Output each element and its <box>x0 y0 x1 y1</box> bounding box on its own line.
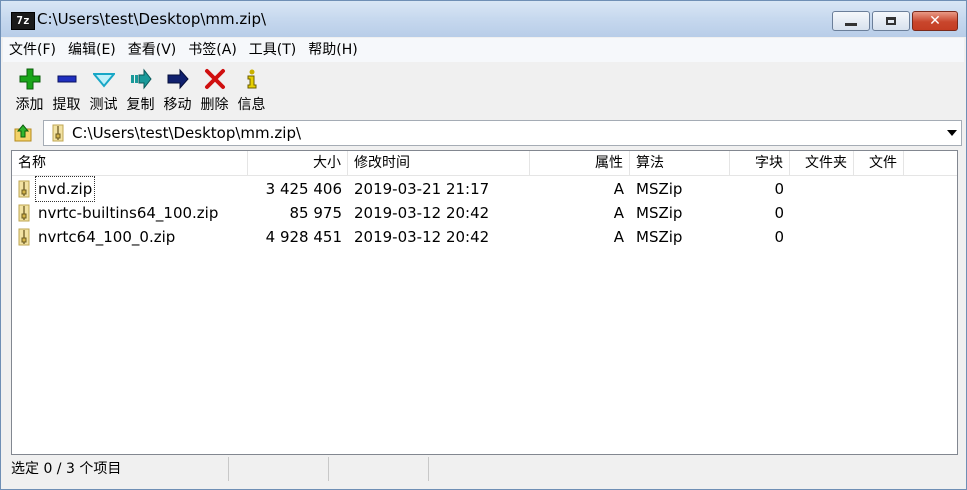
column-name[interactable]: 名称 <box>12 151 248 175</box>
menu-tools[interactable]: 工具(T) <box>243 39 302 61</box>
copy-button[interactable]: 复制 <box>122 67 159 114</box>
maximize-button[interactable] <box>872 11 910 31</box>
zip-file-icon <box>18 204 30 222</box>
info-button[interactable]: 信息 <box>233 67 270 114</box>
close-button[interactable]: ✕ <box>912 11 958 31</box>
file-folders <box>790 225 854 249</box>
caption-buttons: ✕ <box>830 11 958 33</box>
delete-icon <box>203 67 227 91</box>
menu-view[interactable]: 查看(V) <box>122 39 183 61</box>
file-modified: 2019-03-21 21:17 <box>354 180 490 198</box>
minimize-icon <box>845 22 857 26</box>
file-size: 85 975 <box>289 204 343 222</box>
file-name: nvrtc-builtins64_100.zip <box>38 204 219 222</box>
file-files <box>854 177 904 201</box>
copy-label: 复制 <box>126 97 155 113</box>
menu-help[interactable]: 帮助(H) <box>302 39 363 61</box>
menu-edit[interactable]: 编辑(E) <box>62 39 122 61</box>
column-folders[interactable]: 文件夹 <box>790 151 854 175</box>
toolbar: 添加 提取 测试 复制 移动 删除 信息 <box>3 63 964 118</box>
file-name: nvd.zip <box>34 176 96 202</box>
move-button[interactable]: 移动 <box>159 67 196 114</box>
file-size: 4 928 451 <box>265 228 342 246</box>
test-button[interactable]: 测试 <box>85 67 122 114</box>
file-block: 0 <box>774 228 784 246</box>
title-bar[interactable]: 7z C:\Users\test\Desktop\mm.zip\ ✕ <box>1 1 966 37</box>
dropdown-arrow-icon[interactable] <box>947 130 957 136</box>
menu-file[interactable]: 文件(F) <box>3 39 62 61</box>
close-icon: ✕ <box>929 13 941 29</box>
status-selection: 选定 0 / 3 个项目 <box>3 457 229 481</box>
file-modified: 2019-03-12 20:42 <box>354 228 490 246</box>
file-row[interactable]: nvrtc64_100_0.zip 4 928 451 2019-03-12 2… <box>12 225 957 249</box>
add-label: 添加 <box>15 97 44 113</box>
column-size[interactable]: 大小 <box>248 151 348 175</box>
column-files[interactable]: 文件 <box>854 151 904 175</box>
file-row[interactable]: nvd.zip 3 425 406 2019-03-21 21:17 A MSZ… <box>12 176 957 202</box>
file-folders <box>790 201 854 225</box>
file-row[interactable]: nvrtc-builtins64_100.zip 85 975 2019-03-… <box>12 201 957 225</box>
file-folders <box>790 177 854 201</box>
add-button[interactable]: 添加 <box>11 67 48 114</box>
zip-file-icon <box>18 180 30 198</box>
status-pane-size <box>229 457 329 481</box>
address-path: C:\Users\test\Desktop\mm.zip\ <box>72 124 302 142</box>
file-method: MSZip <box>636 180 683 198</box>
move-label: 移动 <box>163 97 192 113</box>
menu-bookmarks[interactable]: 书签(A) <box>182 39 243 61</box>
info-label: 信息 <box>237 97 266 113</box>
file-files <box>854 201 904 225</box>
file-attributes: A <box>613 204 624 222</box>
app-window: 7z C:\Users\test\Desktop\mm.zip\ ✕ 文件(F)… <box>0 0 967 490</box>
file-name-cell: nvrtc64_100_0.zip <box>12 225 248 249</box>
file-attributes: A <box>613 180 624 198</box>
delete-label: 删除 <box>200 97 229 113</box>
file-name: nvrtc64_100_0.zip <box>38 228 176 246</box>
address-bar: C:\Users\test\Desktop\mm.zip\ <box>3 119 964 147</box>
test-label: 测试 <box>89 97 118 113</box>
file-size: 3 425 406 <box>265 180 342 198</box>
up-folder-button[interactable] <box>11 121 35 145</box>
file-method: MSZip <box>636 204 683 222</box>
maximize-icon <box>886 17 896 25</box>
file-files <box>854 225 904 249</box>
copy-icon <box>129 67 153 91</box>
file-list-header: 名称 大小 修改时间 属性 算法 字块 文件夹 文件 <box>12 151 957 176</box>
file-block: 0 <box>774 180 784 198</box>
status-pane-extra <box>429 457 964 481</box>
test-icon <box>92 67 116 91</box>
file-name-cell: nvd.zip <box>12 176 248 202</box>
zip-archive-icon <box>50 124 66 146</box>
extract-button[interactable]: 提取 <box>48 67 85 114</box>
column-attributes[interactable]: 属性 <box>530 151 630 175</box>
status-bar: 选定 0 / 3 个项目 <box>3 457 964 483</box>
file-attributes: A <box>613 228 624 246</box>
file-name-cell: nvrtc-builtins64_100.zip <box>12 201 248 225</box>
column-block[interactable]: 字块 <box>730 151 790 175</box>
move-icon <box>166 67 190 91</box>
status-pane-packed <box>329 457 429 481</box>
zip-file-icon <box>18 228 30 246</box>
extract-label: 提取 <box>52 97 81 113</box>
column-method[interactable]: 算法 <box>630 151 730 175</box>
info-icon <box>240 67 264 91</box>
menu-bar: 文件(F) 编辑(E) 查看(V) 书签(A) 工具(T) 帮助(H) <box>3 38 964 62</box>
column-modified[interactable]: 修改时间 <box>348 151 530 175</box>
window-title: C:\Users\test\Desktop\mm.zip\ <box>37 10 267 28</box>
file-method: MSZip <box>636 228 683 246</box>
up-folder-icon <box>14 124 32 142</box>
minimize-button[interactable] <box>832 11 870 31</box>
delete-button[interactable]: 删除 <box>196 67 233 114</box>
file-block: 0 <box>774 204 784 222</box>
file-list[interactable]: 名称 大小 修改时间 属性 算法 字块 文件夹 文件 nvd.zip 3 425… <box>11 150 958 455</box>
app-logo-icon[interactable]: 7z <box>11 12 35 30</box>
extract-icon <box>55 67 79 91</box>
add-icon <box>18 67 42 91</box>
file-modified: 2019-03-12 20:42 <box>354 204 490 222</box>
address-field[interactable]: C:\Users\test\Desktop\mm.zip\ <box>43 120 962 146</box>
